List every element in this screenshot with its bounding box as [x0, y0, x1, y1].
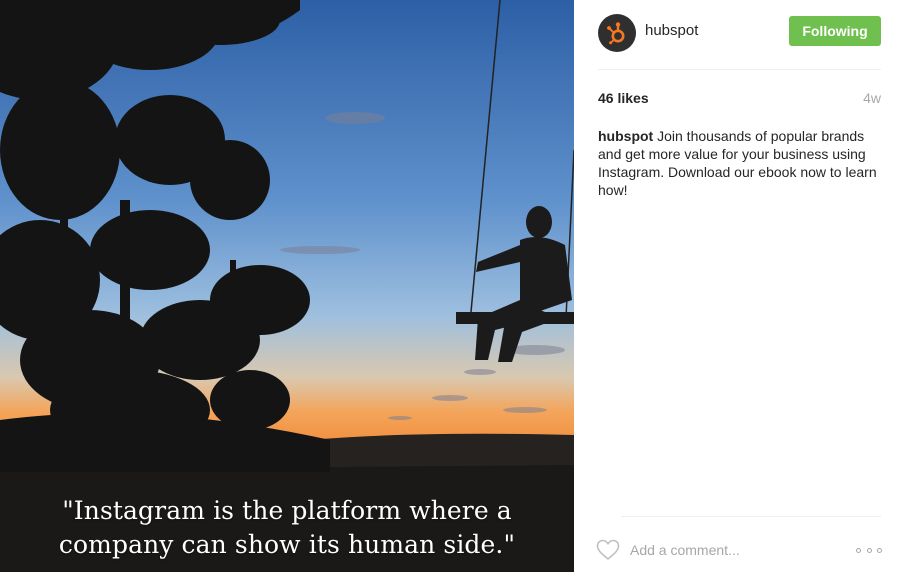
more-options-icon[interactable]: [856, 541, 882, 559]
dot-icon: [866, 547, 872, 553]
profile-username[interactable]: hubspot: [645, 22, 698, 39]
quote-line-1: "Instagram is the platform where a: [62, 496, 512, 525]
post-details-panel: hubspot Following 46 likes 4w hubspot Jo…: [574, 0, 898, 572]
post-age[interactable]: 4w: [863, 90, 881, 106]
post-caption: hubspot Join thousands of popular brands…: [598, 127, 883, 199]
heart-outline-icon[interactable]: [596, 539, 620, 561]
photo-quote: "Instagram is the platform where a compa…: [0, 494, 574, 562]
sunset-swing-image: [0, 0, 574, 572]
dot-icon: [877, 547, 882, 553]
following-button[interactable]: Following: [789, 16, 881, 46]
comment-divider: [621, 516, 881, 517]
header-divider: [598, 69, 881, 70]
avatar[interactable]: [598, 14, 636, 52]
post-photo[interactable]: "Instagram is the platform where a compa…: [0, 0, 574, 572]
quote-line-2: company can show its human side.": [58, 530, 516, 559]
comment-input[interactable]: [630, 538, 830, 562]
hubspot-sprocket-icon: [607, 22, 625, 45]
dot-icon: [856, 547, 861, 553]
likes-count[interactable]: 46 likes: [598, 90, 649, 106]
caption-author[interactable]: hubspot: [598, 128, 653, 144]
